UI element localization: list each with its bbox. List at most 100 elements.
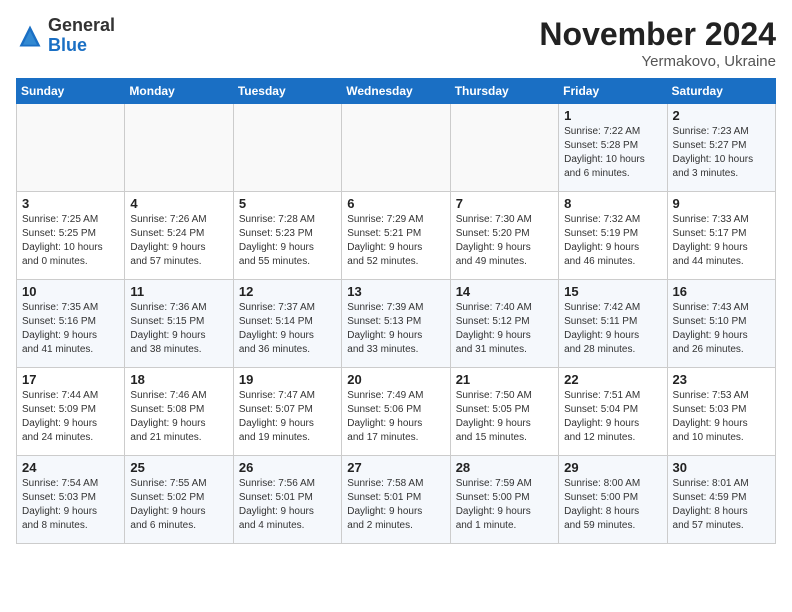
location-subtitle: Yermakovo, Ukraine [539,53,776,70]
day-detail: Sunrise: 7:28 AM Sunset: 5:23 PM Dayligh… [239,213,336,269]
calendar-cell: 30 Sunrise: 8:01 AM Sunset: 4:59 PM Dayli… [667,456,775,544]
calendar-cell: 21 Sunrise: 7:50 AM Sunset: 5:05 PM Dayli… [450,368,558,456]
weekday-header-saturday: Saturday [667,79,775,104]
calendar-week-row: 24Sunrise: 7:54 AM Sunset: 5:03 PM Dayli… [17,456,776,544]
day-detail: Sunrise: 7:58 AM Sunset: 5:01 PM Dayligh… [347,477,444,533]
day-detail: Sunrise: 7:50 AM Sunset: 5:05 PM Dayligh… [456,389,553,445]
calendar-week-row: 10Sunrise: 7:35 AM Sunset: 5:16 PM Dayli… [17,280,776,368]
day-number: 25 [130,460,227,475]
logo-blue: Blue [48,35,87,55]
day-number: 16 [673,284,770,299]
day-number: 12 [239,284,336,299]
day-detail: Sunrise: 8:00 AM Sunset: 5:00 PM Dayligh… [564,477,661,533]
month-title: November 2024 [539,16,776,53]
page-header: General Blue November 2024 Yermakovo, Uk… [16,16,776,70]
day-number: 23 [673,372,770,387]
weekday-header-monday: Monday [125,79,233,104]
day-detail: Sunrise: 7:32 AM Sunset: 5:19 PM Dayligh… [564,213,661,269]
day-number: 4 [130,196,227,211]
calendar-cell: 22 Sunrise: 7:51 AM Sunset: 5:04 PM Dayli… [559,368,667,456]
day-detail: Sunrise: 7:22 AM Sunset: 5:28 PM Dayligh… [564,125,661,181]
day-detail: Sunrise: 7:42 AM Sunset: 5:11 PM Dayligh… [564,301,661,357]
day-number: 11 [130,284,227,299]
calendar-cell: 14 Sunrise: 7:40 AM Sunset: 5:12 PM Dayli… [450,280,558,368]
day-detail: Sunrise: 7:43 AM Sunset: 5:10 PM Dayligh… [673,301,770,357]
day-detail: Sunrise: 7:51 AM Sunset: 5:04 PM Dayligh… [564,389,661,445]
day-detail: Sunrise: 8:01 AM Sunset: 4:59 PM Dayligh… [673,477,770,533]
day-detail: Sunrise: 7:39 AM Sunset: 5:13 PM Dayligh… [347,301,444,357]
calendar-cell: 27 Sunrise: 7:58 AM Sunset: 5:01 PM Dayli… [342,456,450,544]
calendar-cell: 25 Sunrise: 7:55 AM Sunset: 5:02 PM Dayli… [125,456,233,544]
title-block: November 2024 Yermakovo, Ukraine [539,16,776,70]
day-detail: Sunrise: 7:26 AM Sunset: 5:24 PM Dayligh… [130,213,227,269]
day-detail: Sunrise: 7:47 AM Sunset: 5:07 PM Dayligh… [239,389,336,445]
day-number: 20 [347,372,444,387]
calendar-cell: 8 Sunrise: 7:32 AM Sunset: 5:19 PM Daylig… [559,192,667,280]
day-number: 8 [564,196,661,211]
day-detail: Sunrise: 7:59 AM Sunset: 5:00 PM Dayligh… [456,477,553,533]
calendar-cell: 9Sunrise: 7:33 AM Sunset: 5:17 PM Daylig… [667,192,775,280]
day-number: 19 [239,372,336,387]
calendar-cell: 1Sunrise: 7:22 AM Sunset: 5:28 PM Daylig… [559,104,667,192]
day-number: 29 [564,460,661,475]
calendar-cell: 16 Sunrise: 7:43 AM Sunset: 5:10 PM Dayli… [667,280,775,368]
day-detail: Sunrise: 7:56 AM Sunset: 5:01 PM Dayligh… [239,477,336,533]
calendar-cell [450,104,558,192]
day-detail: Sunrise: 7:37 AM Sunset: 5:14 PM Dayligh… [239,301,336,357]
weekday-header-tuesday: Tuesday [233,79,341,104]
day-number: 27 [347,460,444,475]
day-number: 22 [564,372,661,387]
day-number: 28 [456,460,553,475]
weekday-header-friday: Friday [559,79,667,104]
calendar-cell: 26Sunrise: 7:56 AM Sunset: 5:01 PM Dayli… [233,456,341,544]
day-detail: Sunrise: 7:35 AM Sunset: 5:16 PM Dayligh… [22,301,119,357]
calendar-cell [233,104,341,192]
day-number: 3 [22,196,119,211]
logo-text: General Blue [48,16,115,56]
day-detail: Sunrise: 7:49 AM Sunset: 5:06 PM Dayligh… [347,389,444,445]
day-number: 5 [239,196,336,211]
calendar-week-row: 3 Sunrise: 7:25 AM Sunset: 5:25 PM Daylig… [17,192,776,280]
calendar-cell: 7Sunrise: 7:30 AM Sunset: 5:20 PM Daylig… [450,192,558,280]
day-detail: Sunrise: 7:29 AM Sunset: 5:21 PM Dayligh… [347,213,444,269]
calendar-cell: 13 Sunrise: 7:39 AM Sunset: 5:13 PM Dayli… [342,280,450,368]
day-number: 6 [347,196,444,211]
logo-general: General [48,15,115,35]
day-detail: Sunrise: 7:40 AM Sunset: 5:12 PM Dayligh… [456,301,553,357]
calendar-cell: 10Sunrise: 7:35 AM Sunset: 5:16 PM Dayli… [17,280,125,368]
weekday-header-sunday: Sunday [17,79,125,104]
day-number: 30 [673,460,770,475]
day-number: 15 [564,284,661,299]
calendar-cell: 6 Sunrise: 7:29 AM Sunset: 5:21 PM Daylig… [342,192,450,280]
calendar-cell: 15 Sunrise: 7:42 AM Sunset: 5:11 PM Dayli… [559,280,667,368]
day-detail: Sunrise: 7:44 AM Sunset: 5:09 PM Dayligh… [22,389,119,445]
calendar-table: SundayMondayTuesdayWednesdayThursdayFrid… [16,78,776,544]
calendar-cell [17,104,125,192]
day-detail: Sunrise: 7:36 AM Sunset: 5:15 PM Dayligh… [130,301,227,357]
calendar-week-row: 1Sunrise: 7:22 AM Sunset: 5:28 PM Daylig… [17,104,776,192]
day-number: 13 [347,284,444,299]
day-number: 21 [456,372,553,387]
day-detail: Sunrise: 7:53 AM Sunset: 5:03 PM Dayligh… [673,389,770,445]
calendar-cell: 20 Sunrise: 7:49 AM Sunset: 5:06 PM Dayli… [342,368,450,456]
day-detail: Sunrise: 7:25 AM Sunset: 5:25 PM Dayligh… [22,213,119,269]
calendar-cell: 19 Sunrise: 7:47 AM Sunset: 5:07 PM Dayli… [233,368,341,456]
calendar-cell: 17 Sunrise: 7:44 AM Sunset: 5:09 PM Dayli… [17,368,125,456]
logo-icon [16,22,44,50]
calendar-cell: 18Sunrise: 7:46 AM Sunset: 5:08 PM Dayli… [125,368,233,456]
calendar-cell: 29 Sunrise: 8:00 AM Sunset: 5:00 PM Dayli… [559,456,667,544]
calendar-cell: 28 Sunrise: 7:59 AM Sunset: 5:00 PM Dayli… [450,456,558,544]
logo: General Blue [16,16,115,56]
weekday-header-row: SundayMondayTuesdayWednesdayThursdayFrid… [17,79,776,104]
calendar-cell: 2Sunrise: 7:23 AM Sunset: 5:27 PM Daylig… [667,104,775,192]
day-detail: Sunrise: 7:23 AM Sunset: 5:27 PM Dayligh… [673,125,770,181]
day-detail: Sunrise: 7:46 AM Sunset: 5:08 PM Dayligh… [130,389,227,445]
day-number: 14 [456,284,553,299]
day-detail: Sunrise: 7:55 AM Sunset: 5:02 PM Dayligh… [130,477,227,533]
calendar-cell [125,104,233,192]
day-number: 9 [673,196,770,211]
calendar-cell [342,104,450,192]
calendar-cell: 11 Sunrise: 7:36 AM Sunset: 5:15 PM Dayli… [125,280,233,368]
day-number: 17 [22,372,119,387]
calendar-cell: 5 Sunrise: 7:28 AM Sunset: 5:23 PM Daylig… [233,192,341,280]
